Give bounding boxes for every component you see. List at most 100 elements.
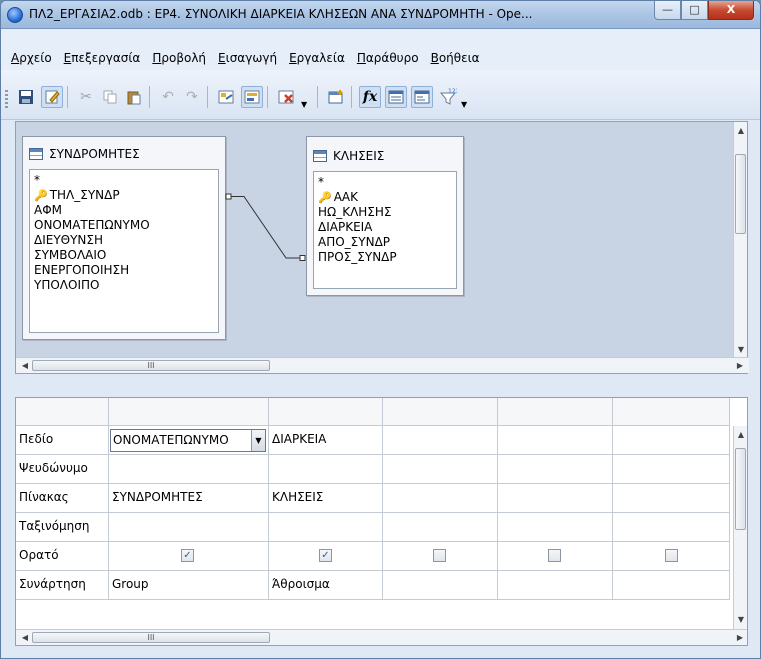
- chevron-down-icon[interactable]: ▼: [251, 430, 265, 451]
- grid-cell-function[interactable]: Group: [109, 571, 269, 600]
- title-bar[interactable]: ΠΛ2_ΕΡΓΑΣΙΑ2.odb : ΕΡ4. ΣΥΝΟΛΙΚΗ ΔΙΑΡΚΕΙ…: [1, 1, 760, 29]
- grid-cell-table[interactable]: [383, 484, 498, 513]
- cut-icon[interactable]: ✂: [75, 86, 97, 108]
- alias-icon[interactable]: [411, 86, 433, 108]
- menu-window[interactable]: Παράθυρο: [351, 51, 425, 65]
- query-design-area[interactable]: ΣΥΝΔΡΟΜΗΤΕΣ * 🔑 ΤΗΛ_ΣΥΝΔΡ ΑΦΜ ΟΝΟΜΑΤΕΠΩΝΥ…: [15, 121, 749, 374]
- grid-cell-visible[interactable]: ✓: [109, 542, 269, 571]
- scroll-right-arrow-icon[interactable]: ▶: [733, 358, 747, 374]
- field-item[interactable]: ΠΡΟΣ_ΣΥΝΔΡ: [318, 250, 397, 265]
- undo-icon[interactable]: ↶: [157, 86, 179, 108]
- standard-toolbar: ✂ ↶ ↷ ▼ fx 12 ▼: [1, 70, 760, 120]
- grid-cell-function[interactable]: [383, 571, 498, 600]
- grid-cell-function[interactable]: Άθροισμα: [269, 571, 383, 600]
- menu-help[interactable]: Βοήθεια: [425, 51, 486, 65]
- grid-cell-sort[interactable]: [383, 513, 498, 542]
- functions-icon[interactable]: fx: [359, 86, 381, 108]
- grid-cell-alias[interactable]: [109, 455, 269, 484]
- grid-cell-alias[interactable]: [383, 455, 498, 484]
- minimize-button[interactable]: —: [654, 1, 681, 20]
- scroll-left-arrow-icon[interactable]: ◀: [18, 358, 32, 374]
- add-table-icon[interactable]: [325, 86, 347, 108]
- toolbar-dropdown-arrow[interactable]: ▼: [301, 100, 307, 109]
- field-item[interactable]: ΑΠΟ_ΣΥΝΔΡ: [318, 235, 390, 250]
- table-icon: [313, 150, 327, 162]
- close-button[interactable]: X: [708, 1, 754, 20]
- field-item[interactable]: 🔑 ΑΑΚ: [318, 190, 358, 205]
- grid-cell-function[interactable]: [498, 571, 613, 600]
- table-names-icon[interactable]: [385, 86, 407, 108]
- window-bottom-border: [1, 646, 760, 658]
- grid-cell-visible[interactable]: [613, 542, 730, 571]
- distinct-icon[interactable]: 123: [437, 86, 459, 108]
- grid-cell-table[interactable]: ΣΥΝΔΡΟΜΗΤΕΣ: [109, 484, 269, 513]
- redo-icon[interactable]: ↷: [181, 86, 203, 108]
- grid-cell-visible[interactable]: ✓: [269, 542, 383, 571]
- column-header[interactable]: [383, 398, 498, 426]
- grid-cell-sort[interactable]: [498, 513, 613, 542]
- grid-cell-alias[interactable]: [269, 455, 383, 484]
- table-window-kliseis[interactable]: ΚΛΗΣΕΙΣ * 🔑 ΑΑΚ ΗΩ_ΚΛΗΣΗΣ ΔΙΑΡΚΕΙΑ ΑΠΟ_ΣΥ…: [306, 136, 464, 296]
- grid-cell-sort[interactable]: [269, 513, 383, 542]
- grid-cell-visible[interactable]: [383, 542, 498, 571]
- grid-horizontal-scrollbar[interactable]: ◀ III ▶: [16, 629, 747, 645]
- visible-checkbox[interactable]: ✓: [319, 549, 332, 562]
- sql-view-icon[interactable]: [241, 86, 263, 108]
- delete-icon[interactable]: [275, 86, 297, 108]
- scroll-right-arrow-icon[interactable]: ▶: [733, 630, 747, 645]
- field-item[interactable]: *: [318, 175, 324, 190]
- column-header[interactable]: [269, 398, 383, 426]
- grid-cell-table[interactable]: ΚΛΗΣΕΙΣ: [269, 484, 383, 513]
- visible-checkbox[interactable]: [665, 549, 678, 562]
- grid-cell-sort[interactable]: [109, 513, 269, 542]
- grid-vertical-scrollbar[interactable]: ▲ ▼: [733, 426, 747, 629]
- grid-cell-field[interactable]: ΟΝΟΜΑΤΕΠΩΝΥΜΟ ▼: [109, 426, 269, 455]
- grid-cell-field[interactable]: [498, 426, 613, 455]
- scroll-left-arrow-icon[interactable]: ◀: [18, 630, 32, 645]
- scroll-up-arrow-icon[interactable]: ▲: [734, 428, 747, 442]
- column-header[interactable]: [613, 398, 730, 426]
- grid-cell-alias[interactable]: [498, 455, 613, 484]
- maximize-button[interactable]: □: [681, 1, 708, 20]
- scroll-thumb[interactable]: [735, 448, 746, 530]
- menu-view[interactable]: Προβολή: [146, 51, 212, 65]
- visible-checkbox[interactable]: [433, 549, 446, 562]
- field-item[interactable]: ΗΩ_ΚΛΗΣΗΣ: [318, 205, 391, 220]
- scroll-up-arrow-icon[interactable]: ▲: [734, 124, 748, 138]
- column-header[interactable]: [109, 398, 269, 426]
- table-window-header[interactable]: ΚΛΗΣΕΙΣ: [313, 149, 384, 163]
- grid-cell-field[interactable]: [613, 426, 730, 455]
- menu-insert[interactable]: Εισαγωγή: [212, 51, 283, 65]
- scroll-down-arrow-icon[interactable]: ▼: [734, 343, 748, 357]
- visible-checkbox[interactable]: [548, 549, 561, 562]
- field-item[interactable]: ΔΙΑΡΚΕΙΑ: [318, 220, 372, 235]
- design-horizontal-scrollbar[interactable]: ◀ III ▶: [16, 357, 749, 373]
- grid-cell-visible[interactable]: [498, 542, 613, 571]
- grid-cell-field[interactable]: [383, 426, 498, 455]
- save-icon[interactable]: [15, 86, 37, 108]
- grid-cell-table[interactable]: [498, 484, 613, 513]
- design-vertical-scrollbar[interactable]: ▲ ▼: [733, 122, 747, 359]
- grid-cell-table[interactable]: [613, 484, 730, 513]
- primary-key-icon: 🔑: [318, 191, 332, 204]
- grid-cell-field[interactable]: ΔΙΑΡΚΕΙΑ: [269, 426, 383, 455]
- grid-cell-sort[interactable]: [613, 513, 730, 542]
- edit-icon[interactable]: [41, 86, 63, 108]
- scroll-thumb[interactable]: III: [32, 632, 270, 643]
- menu-edit[interactable]: Επεξεργασία: [58, 51, 147, 65]
- copy-icon[interactable]: [99, 86, 121, 108]
- design-view-icon[interactable]: [215, 86, 237, 108]
- field-select[interactable]: ΟΝΟΜΑΤΕΠΩΝΥΜΟ ▼: [110, 429, 266, 452]
- column-header[interactable]: [498, 398, 613, 426]
- toolbar-dropdown-arrow[interactable]: ▼: [461, 100, 467, 109]
- scroll-thumb[interactable]: [735, 154, 746, 234]
- visible-checkbox[interactable]: ✓: [181, 549, 194, 562]
- menu-tools[interactable]: Εργαλεία: [283, 51, 351, 65]
- scroll-thumb[interactable]: III: [32, 360, 270, 371]
- menu-file[interactable]: Αρχείο: [5, 51, 58, 65]
- grid-cell-alias[interactable]: [613, 455, 730, 484]
- scroll-down-arrow-icon[interactable]: ▼: [734, 613, 747, 627]
- paste-icon[interactable]: [123, 86, 145, 108]
- toolbar-grip[interactable]: [5, 90, 8, 108]
- grid-cell-function[interactable]: [613, 571, 730, 600]
